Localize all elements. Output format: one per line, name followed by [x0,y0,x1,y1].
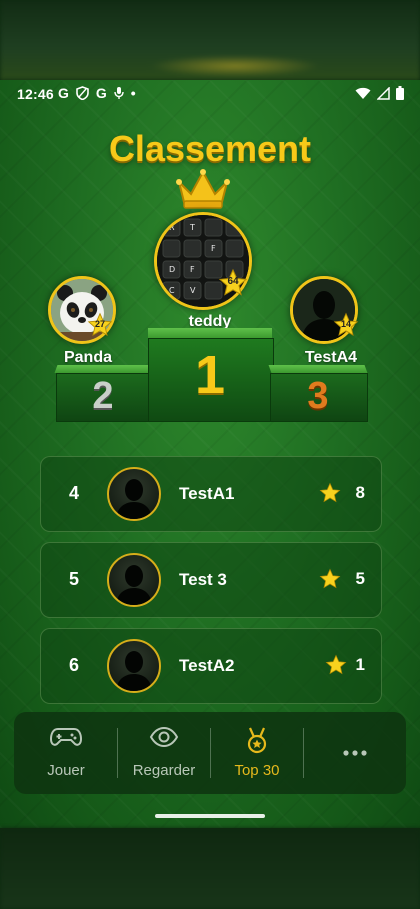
svg-text:D: D [169,265,175,274]
player-score: 8 [355,483,365,502]
silhouette-icon [116,565,152,605]
player-name: TestA2 [179,656,235,675]
player-name: Test 3 [179,570,227,589]
svg-text:V: V [190,286,196,295]
svg-text:F: F [190,265,195,274]
silhouette-icon [116,479,152,519]
podium-second-block: 2 [54,365,152,422]
avatar [107,639,161,693]
rank-number: 6 [69,655,80,675]
tab-label: Regarder [132,762,196,779]
svg-text:R: R [169,223,175,232]
player-score: 5 [355,569,365,588]
page-title: Classement [108,128,312,169]
google-icon: G [95,85,107,101]
star-icon [325,654,347,675]
medal-icon [247,727,267,754]
background-blur-bottom [0,828,420,909]
tab-more[interactable] [304,712,406,794]
avatar [107,553,161,607]
crown-icon [176,169,230,209]
wifi-icon [355,87,371,99]
gamepad-icon [50,728,82,746]
status-notification-icons: G G • [58,85,136,101]
leaderboard-screen: 12:46 G G • Classement R T D F F C V 64 … [0,80,420,828]
rank-number: 4 [69,483,80,503]
bottom-nav: Jouer Regarder Top 30 [14,712,406,794]
podium-rank-first: 1 [194,345,226,405]
battery-icon [396,86,404,100]
list-item[interactable]: 4 TestA1 8 [40,456,382,532]
star-icon [319,482,341,503]
svg-text:T: T [189,223,195,232]
avatar [107,467,161,521]
rank-number: 5 [69,569,80,589]
shield-icon [76,86,89,100]
mic-off-icon [114,87,124,99]
star-icon [319,568,341,589]
player-score: 1 [355,655,365,674]
score-badge-second: 27 [87,312,113,338]
status-time: 12:46 [17,86,54,102]
eye-icon [149,726,179,748]
podium-third-block: 3 [268,365,368,422]
notification-dot: • [130,85,136,101]
podium-rank-second: 2 [92,375,114,417]
tab-jouer[interactable]: Jouer [14,712,118,794]
google-icon: G [58,85,69,101]
podium-rank-third: 3 [307,375,329,417]
tab-regarder[interactable]: Regarder [118,712,210,794]
more-icon [343,750,367,756]
tab-top-30[interactable]: Top 30 [211,712,303,794]
svg-text:F: F [211,244,216,253]
list-item[interactable]: 5 Test 3 5 [40,542,382,618]
score-badge-third: 14 [333,312,359,338]
home-indicator[interactable] [155,814,265,818]
tab-label: Jouer [47,762,85,779]
podium-first-block: 1 [148,328,274,422]
status-bar: 12:46 G G • [0,80,420,108]
score-badge-first: 64 [218,268,248,298]
signal-icon [377,86,390,100]
status-system-icons [355,86,404,100]
silhouette-icon [116,651,152,691]
tab-label: Top 30 [234,762,280,779]
list-item[interactable]: 6 TestA2 1 [40,628,382,704]
player-name: TestA1 [179,484,235,503]
background-blur-top [0,0,420,80]
svg-text:C: C [169,286,175,295]
